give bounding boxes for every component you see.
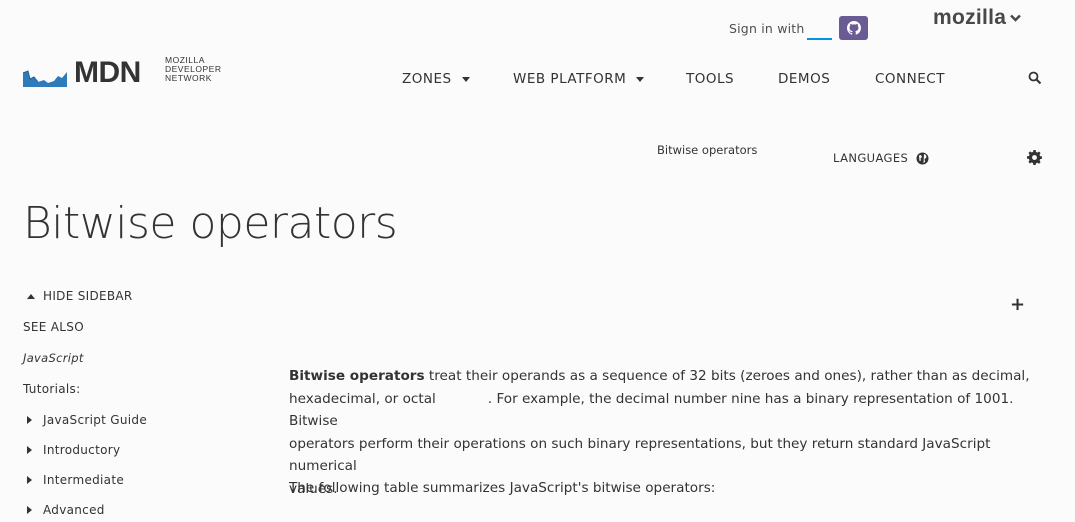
triangle-up-icon bbox=[27, 293, 35, 299]
nav-zones[interactable]: ZONES bbox=[402, 71, 470, 87]
logo-mdn-text: MDN bbox=[74, 56, 141, 89]
triangle-right-icon bbox=[27, 506, 32, 514]
logo-subtitle: MOZILLA DEVELOPER NETWORK bbox=[165, 56, 221, 83]
page-title: Bitwise operators bbox=[23, 198, 398, 249]
gear-icon[interactable] bbox=[1027, 150, 1042, 165]
nav-connect-label: CONNECT bbox=[875, 71, 945, 87]
sidebar-item-label: Advanced bbox=[43, 503, 105, 517]
search-icon[interactable] bbox=[1028, 71, 1042, 85]
nav-demos-label: DEMOS bbox=[778, 71, 831, 87]
bitwise-operators-term: Bitwise operators bbox=[289, 368, 425, 384]
dinosaur-logo-icon bbox=[22, 70, 67, 87]
intro-line: Bitwise operators treat their operands a… bbox=[289, 365, 1049, 388]
sign-in-persona-link[interactable] bbox=[807, 38, 832, 40]
logo-sub-line: NETWORK bbox=[165, 73, 212, 83]
chevron-down-icon bbox=[1010, 14, 1022, 22]
github-signin-button[interactable] bbox=[839, 16, 868, 40]
mozilla-wordmark: mozilla bbox=[933, 6, 1007, 29]
table-intro-paragraph: The following table summarizes JavaScrip… bbox=[289, 480, 716, 496]
nav-web-platform[interactable]: WEB PLATFORM bbox=[513, 71, 645, 87]
sidebar-item-label: Intermediate bbox=[43, 473, 125, 487]
intro-text: treat their operands as a sequence of 32… bbox=[424, 368, 1030, 384]
globe-icon bbox=[916, 152, 929, 164]
intro-line: operators perform their operations on su… bbox=[289, 435, 991, 475]
sidebar-item-intermediate[interactable]: Intermediate bbox=[27, 473, 124, 487]
hide-sidebar-button[interactable]: HIDE SIDEBAR bbox=[27, 289, 133, 303]
github-icon bbox=[846, 21, 861, 35]
breadcrumb: Bitwise operators bbox=[657, 143, 758, 157]
sidebar-item-label: Introductory bbox=[43, 443, 121, 457]
sidebar-link-javascript[interactable]: JavaScript bbox=[23, 351, 84, 365]
nav-demos[interactable]: DEMOS bbox=[778, 71, 830, 87]
expand-plus-button[interactable]: + bbox=[1010, 294, 1025, 315]
hide-sidebar-label: HIDE SIDEBAR bbox=[43, 289, 133, 303]
triangle-right-icon bbox=[27, 476, 32, 484]
sidebar-item-label: JavaScript Guide bbox=[43, 413, 148, 427]
nav-tools[interactable]: TOOLS bbox=[686, 71, 734, 87]
nav-tools-label: TOOLS bbox=[686, 71, 735, 87]
nav-zones-label: ZONES bbox=[402, 71, 452, 87]
tutorials-heading: Tutorials: bbox=[23, 382, 81, 396]
languages-label: LANGUAGES bbox=[833, 151, 909, 165]
triangle-right-icon bbox=[27, 416, 32, 424]
sidebar-item-advanced[interactable]: Advanced bbox=[27, 503, 105, 517]
caret-down-icon bbox=[461, 76, 470, 82]
nav-connect[interactable]: CONNECT bbox=[875, 71, 945, 87]
mdn-logo[interactable]: MDN MOZILLA DEVELOPER NETWORK bbox=[22, 55, 242, 91]
sidebar-item-introductory[interactable]: Introductory bbox=[27, 443, 120, 457]
sign-in-label: Sign in with bbox=[729, 21, 805, 36]
caret-down-icon bbox=[636, 76, 645, 82]
nav-web-platform-label: WEB PLATFORM bbox=[513, 71, 627, 87]
intro-text: hexadecimal, or octal bbox=[289, 390, 436, 407]
triangle-right-icon bbox=[27, 446, 32, 454]
intro-line: hexadecimal, or octal. For example, the … bbox=[289, 388, 1049, 433]
languages-menu[interactable]: LANGUAGES bbox=[833, 151, 929, 165]
mozilla-menu[interactable]: mozilla bbox=[933, 6, 1022, 30]
see-also-heading: SEE ALSO bbox=[23, 320, 84, 334]
sidebar-item-javascript-guide[interactable]: JavaScript Guide bbox=[27, 413, 147, 427]
